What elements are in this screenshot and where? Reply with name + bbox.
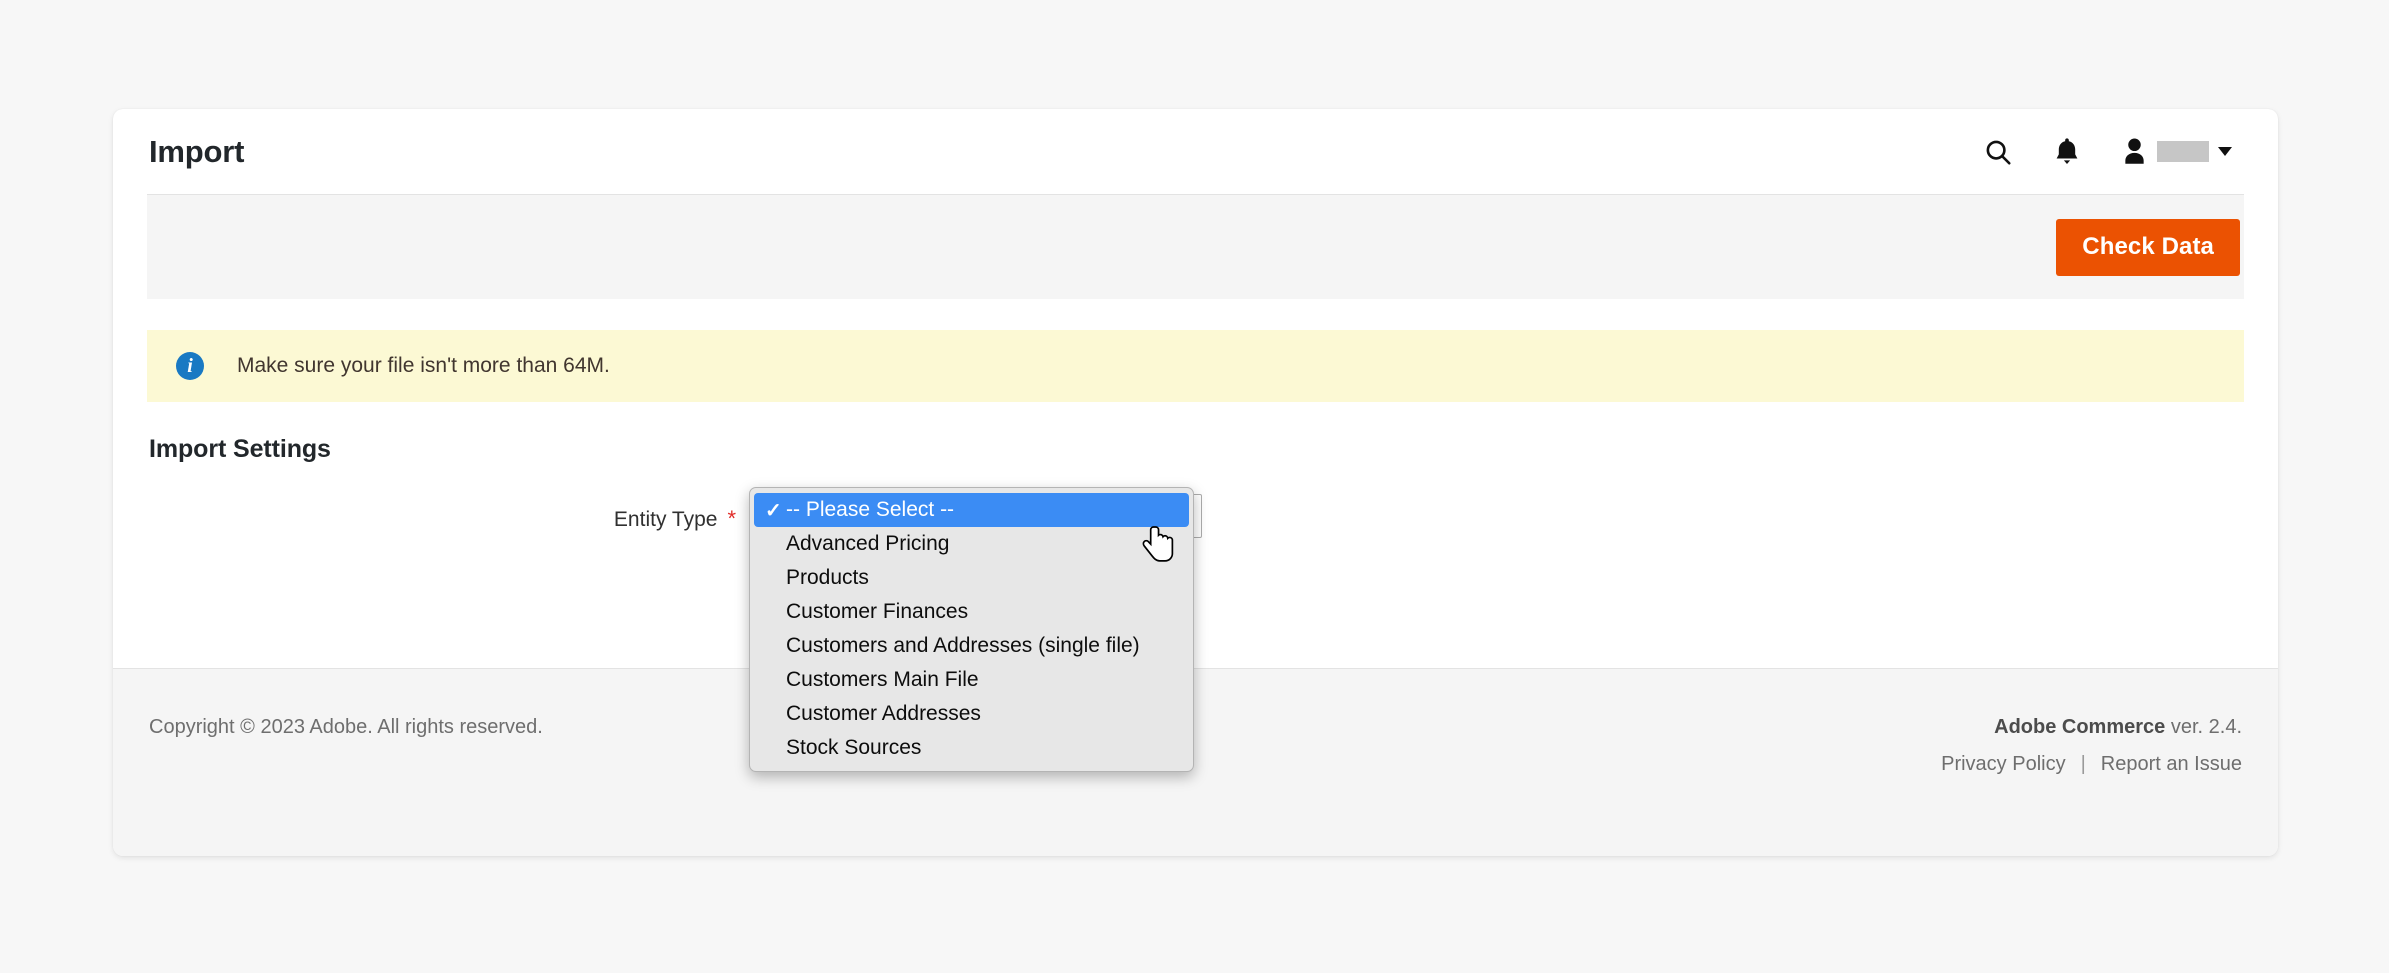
report-issue-link[interactable]: Report an Issue — [2101, 753, 2242, 776]
dropdown-option-advanced-pricing[interactable]: Advanced Pricing — [750, 527, 1193, 561]
info-icon: i — [176, 352, 204, 380]
page-actions-toolbar: Check Data — [147, 194, 2244, 299]
import-page-card: Import Check Data i Make sure your file … — [113, 109, 2278, 856]
version-info: Adobe Commerce ver. 2.4. — [1941, 716, 2242, 739]
dropdown-option-customers-main-file[interactable]: Customers Main File — [750, 663, 1193, 697]
header-actions — [1983, 137, 2240, 167]
version-text: ver. 2.4. — [2170, 716, 2242, 738]
dropdown-option-label: -- Please Select -- — [786, 498, 955, 521]
dropdown-option-please-select[interactable]: ✓ -- Please Select -- — [754, 493, 1189, 527]
dropdown-option-label: Customer Finances — [786, 600, 969, 623]
dropdown-option-customer-finances[interactable]: Customer Finances — [750, 595, 1193, 629]
import-settings-heading: Import Settings — [149, 435, 331, 463]
entity-type-field-row: Entity Type * ✓ -- Please Select -- Adva… — [147, 464, 2244, 772]
person-icon — [2121, 137, 2148, 166]
search-icon[interactable] — [1983, 137, 2013, 167]
dropdown-option-label: Advanced Pricing — [786, 532, 950, 555]
account-menu[interactable] — [2121, 137, 2232, 166]
dropdown-option-customers-and-addresses[interactable]: Customers and Addresses (single file) — [750, 629, 1193, 663]
file-size-notice-banner: i Make sure your file isn't more than 64… — [147, 330, 2244, 402]
app-page: Import Check Data i Make sure your file … — [0, 0, 2389, 973]
bell-icon[interactable] — [2053, 137, 2081, 167]
chevron-down-icon[interactable] — [2218, 147, 2232, 156]
dropdown-option-label: Customers and Addresses (single file) — [786, 634, 1140, 657]
page-header: Import — [113, 109, 2278, 194]
dropdown-option-label: Customers Main File — [786, 668, 979, 691]
dropdown-option-stock-sources[interactable]: Stock Sources — [750, 731, 1193, 765]
entity-type-label: Entity Type — [613, 508, 718, 531]
footer-links: Privacy Policy | Report an Issue — [1941, 753, 2242, 776]
product-name: Adobe Commerce — [1994, 716, 2166, 738]
footer-link-separator: | — [2080, 753, 2086, 775]
dropdown-option-label: Stock Sources — [786, 736, 922, 759]
dropdown-option-label: Products — [786, 566, 869, 589]
entity-type-dropdown-menu[interactable]: ✓ -- Please Select -- Advanced Pricing P… — [749, 487, 1194, 772]
privacy-policy-link[interactable]: Privacy Policy — [1941, 753, 2065, 776]
entity-type-label-wrap: Entity Type * — [147, 508, 742, 532]
page-title: Import — [149, 133, 245, 169]
check-icon: ✓ — [765, 499, 782, 522]
page-footer: Copyright © 2023 Adobe. All rights reser… — [113, 668, 2278, 856]
copyright-text: Copyright © 2023 Adobe. All rights reser… — [149, 716, 543, 738]
dropdown-option-label: Customer Addresses — [786, 702, 981, 725]
footer-right: Adobe Commerce ver. 2.4. Privacy Policy … — [1941, 716, 2244, 776]
dropdown-option-customer-addresses[interactable]: Customer Addresses — [750, 697, 1193, 731]
required-asterisk: * — [727, 506, 736, 531]
banner-message: Make sure your file isn't more than 64M. — [237, 354, 610, 377]
dropdown-option-products[interactable]: Products — [750, 561, 1193, 595]
username-redacted — [2157, 141, 2209, 162]
check-data-button[interactable]: Check Data — [2056, 218, 2240, 276]
